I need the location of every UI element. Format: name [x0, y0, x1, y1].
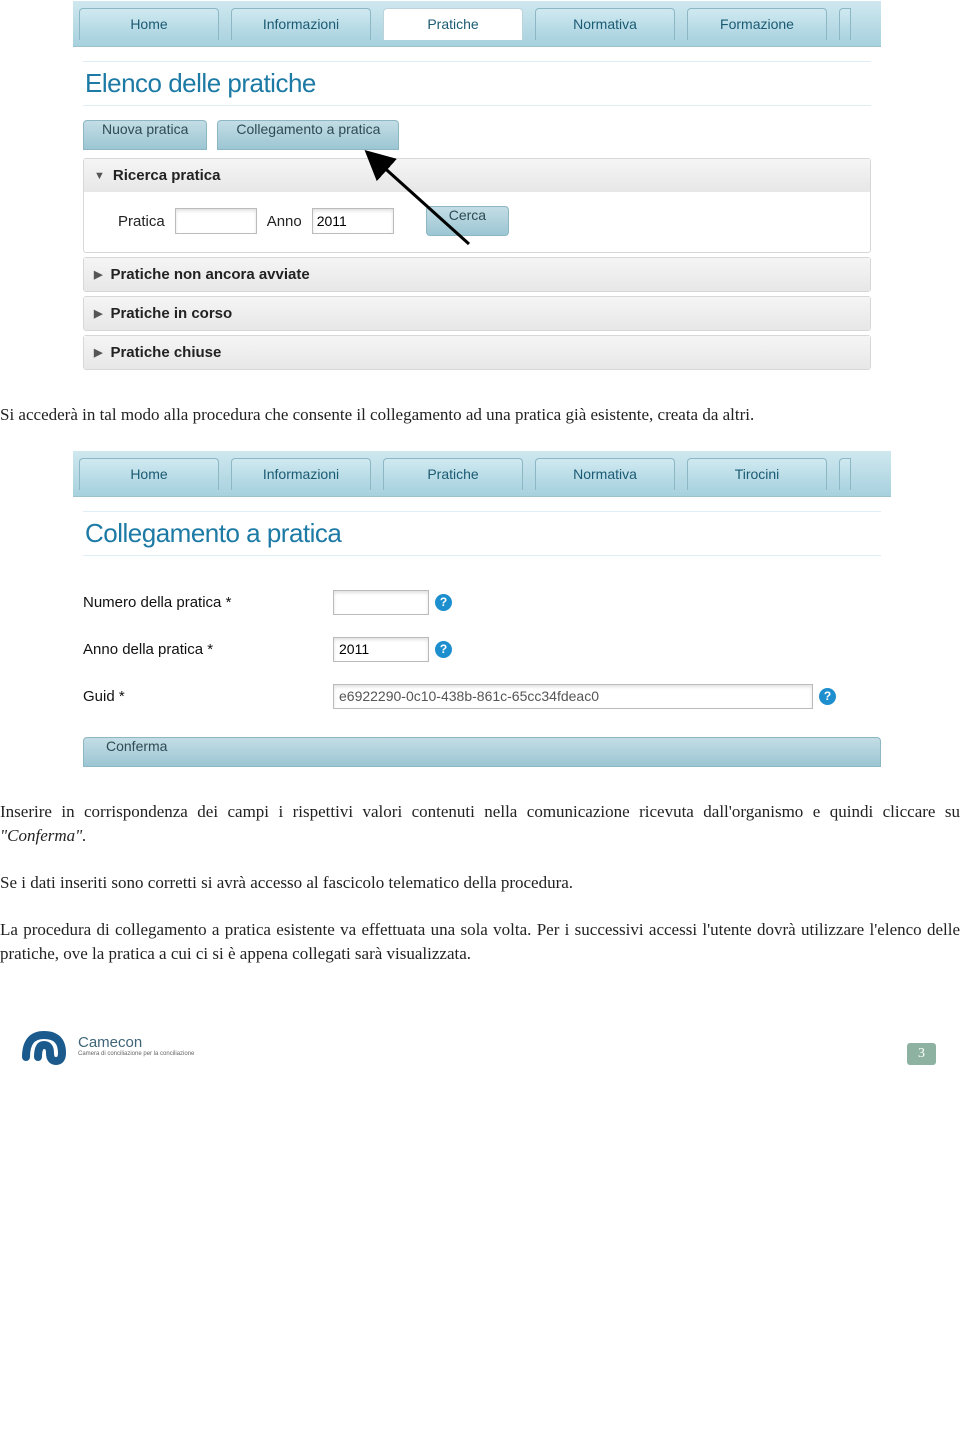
guid-label: Guid *	[83, 688, 333, 705]
paragraph-1: Si accederà in tal modo alla procedura c…	[0, 403, 960, 428]
page-title: Collegamento a pratica	[83, 511, 881, 556]
tab-overflow[interactable]	[839, 8, 851, 40]
screenshot-collegamento-pratica: Home Informazioni Pratiche Normativa Tir…	[72, 450, 892, 782]
accordion-chiuse: ▶ Pratiche chiuse	[83, 335, 871, 370]
help-icon[interactable]: ?	[819, 688, 836, 705]
anno-label: Anno	[267, 213, 302, 230]
anno-input[interactable]	[333, 637, 429, 662]
collegamento-a-pratica-button[interactable]: Collegamento a pratica	[217, 120, 399, 150]
tab-formazione[interactable]: Formazione	[687, 8, 827, 40]
paragraph-3: Se i dati inseriti sono corretti si avrà…	[0, 871, 960, 896]
tab-pratiche[interactable]: Pratiche	[383, 8, 523, 40]
paragraph-4: La procedura di collegamento a pratica e…	[0, 918, 960, 967]
accordion-header-ricerca[interactable]: ▼ Ricerca pratica	[84, 159, 870, 192]
accordion-in-corso: ▶ Pratiche in corso	[83, 296, 871, 331]
tab-tirocini[interactable]: Tirocini	[687, 458, 827, 490]
paragraph-2: Inserire in corrispondenza dei campi i r…	[0, 800, 960, 849]
numero-input[interactable]	[333, 590, 429, 615]
tab-normativa[interactable]: Normativa	[535, 8, 675, 40]
accordion-title: Pratiche non ancora avviate	[110, 266, 309, 283]
page-number: 3	[907, 1043, 936, 1065]
page-title: Elenco delle pratiche	[83, 61, 871, 106]
accordion-header-chiuse[interactable]: ▶ Pratiche chiuse	[84, 336, 870, 369]
pratica-label: Pratica	[118, 213, 165, 230]
form-row-anno: Anno della pratica * ?	[83, 637, 881, 662]
brand-tagline: Camera di conciliazione per la conciliaz…	[78, 1051, 194, 1057]
caret-right-icon: ▶	[94, 346, 102, 359]
help-icon[interactable]: ?	[435, 594, 452, 611]
guid-input[interactable]	[333, 684, 813, 709]
screenshot-elenco-pratiche: Home Informazioni Pratiche Normativa For…	[72, 0, 882, 385]
form-row-numero: Numero della pratica * ?	[83, 590, 881, 615]
tab-bar: Home Informazioni Pratiche Normativa For…	[73, 1, 881, 47]
nuova-pratica-button[interactable]: Nuova pratica	[83, 120, 207, 150]
brand-name: Camecon	[78, 1034, 194, 1051]
tab-pratiche[interactable]: Pratiche	[383, 458, 523, 490]
accordion-non-avviate: ▶ Pratiche non ancora avviate	[83, 257, 871, 292]
logo: Camecon Camera di conciliazione per la c…	[18, 1027, 194, 1065]
cerca-button[interactable]: Cerca	[426, 206, 509, 236]
caret-right-icon: ▶	[94, 268, 102, 281]
logo-icon	[18, 1027, 72, 1065]
tab-informazioni[interactable]: Informazioni	[231, 458, 371, 490]
conferma-button[interactable]: Conferma	[83, 737, 881, 767]
help-icon[interactable]: ?	[435, 641, 452, 658]
form-row-guid: Guid * ?	[83, 684, 881, 709]
tab-overflow[interactable]	[839, 458, 851, 490]
accordion-title: Pratiche chiuse	[110, 344, 221, 361]
accordion-title: Ricerca pratica	[113, 167, 221, 184]
search-form-row: Pratica Anno Cerca	[118, 206, 860, 236]
anno-label: Anno della pratica *	[83, 641, 333, 658]
anno-input[interactable]	[312, 208, 394, 234]
numero-label: Numero della pratica *	[83, 594, 333, 611]
tab-home[interactable]: Home	[79, 458, 219, 490]
accordion-ricerca-pratica: ▼ Ricerca pratica Pratica Anno Cerca	[83, 158, 871, 253]
caret-right-icon: ▶	[94, 307, 102, 320]
tab-bar: Home Informazioni Pratiche Normativa Tir…	[73, 451, 891, 497]
page-footer: Camecon Camera di conciliazione per la c…	[0, 1027, 960, 1065]
accordion-header-non-avviate[interactable]: ▶ Pratiche non ancora avviate	[84, 258, 870, 291]
accordion-header-in-corso[interactable]: ▶ Pratiche in corso	[84, 297, 870, 330]
tab-informazioni[interactable]: Informazioni	[231, 8, 371, 40]
tab-home[interactable]: Home	[79, 8, 219, 40]
caret-down-icon: ▼	[94, 170, 105, 182]
action-button-row: Nuova pratica Collegamento a pratica	[83, 120, 871, 150]
accordion-title: Pratiche in corso	[110, 305, 232, 322]
pratica-input[interactable]	[175, 208, 257, 234]
tab-normativa[interactable]: Normativa	[535, 458, 675, 490]
